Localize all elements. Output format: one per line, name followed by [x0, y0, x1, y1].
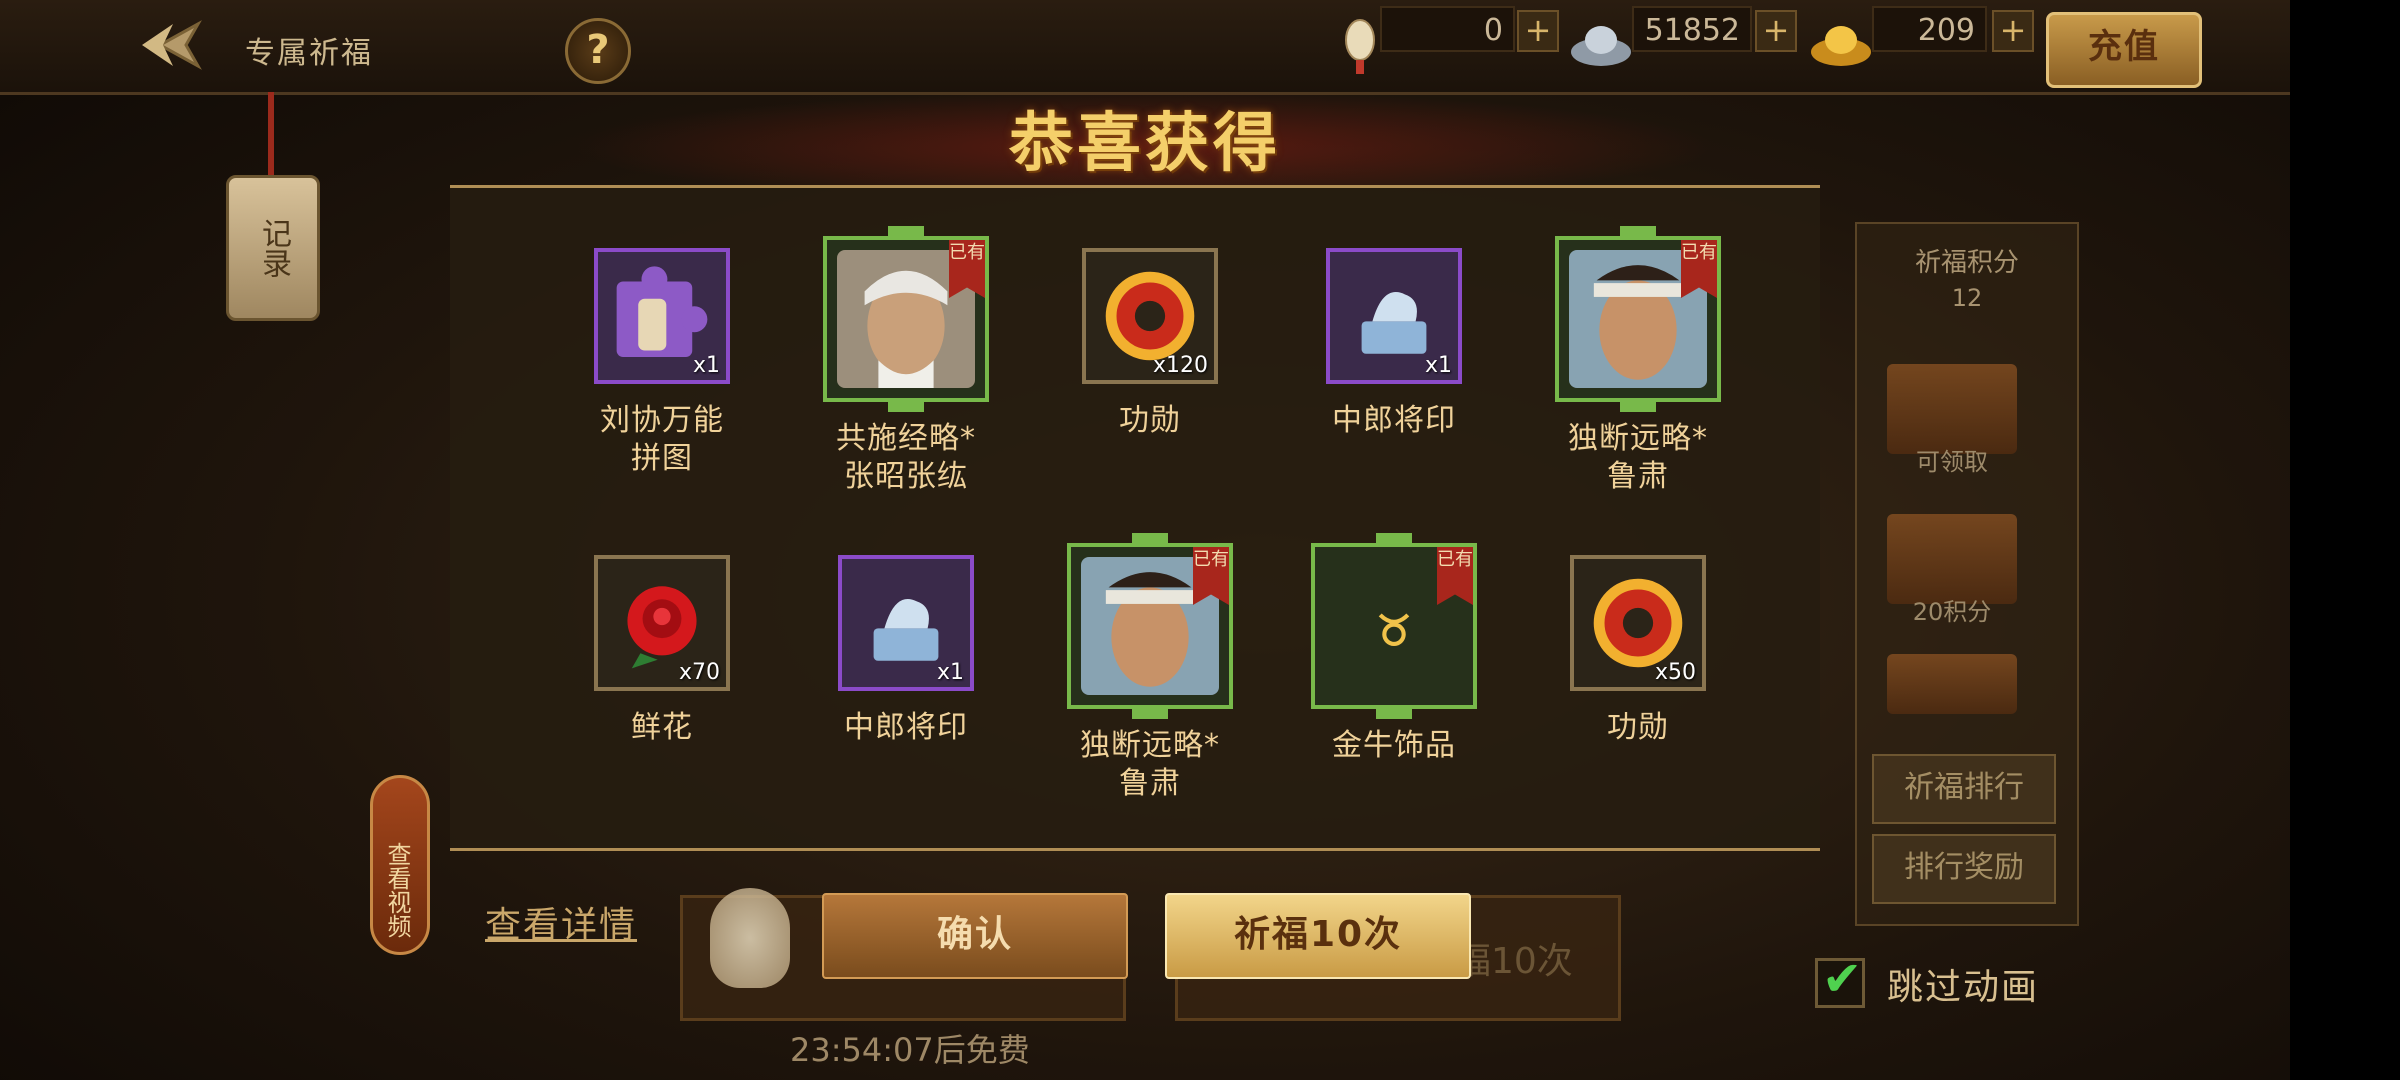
- item-name: 共施经略* 张昭张纮: [836, 421, 976, 494]
- item-name: 功勋: [1607, 710, 1669, 745]
- chest-claimable-label: 可领取: [1916, 448, 1988, 476]
- top-bar: 专属祈福 ? 0 + 51852 + 209 + 充值: [0, 0, 2290, 95]
- item-quantity: x120: [1152, 353, 1208, 378]
- item-frame: 已有: [1311, 533, 1477, 719]
- points-value: 12: [1951, 284, 1983, 312]
- currency-lantern-value: 0: [1380, 6, 1515, 52]
- item-frame: x70: [594, 555, 730, 691]
- item-frame: 已有: [1067, 533, 1233, 719]
- back-arrow-icon[interactable]: [138, 16, 208, 74]
- view-details-link[interactable]: 查看详情: [485, 896, 637, 948]
- chest-icon[interactable]: [1887, 514, 2017, 604]
- page-title: 专属祈福: [245, 36, 373, 71]
- item-quantity: x1: [692, 353, 720, 378]
- add-lantern-button[interactable]: +: [1517, 10, 1559, 52]
- add-silver-button[interactable]: +: [1755, 10, 1797, 52]
- item-frame: x1: [1326, 248, 1462, 384]
- ranking-reward-button[interactable]: 排行奖励: [1872, 834, 2056, 904]
- reward-item[interactable]: x1 中郎将印: [801, 555, 1011, 747]
- reward-item[interactable]: x120 功勋: [1045, 248, 1255, 440]
- background-pray-label: 福10次: [1455, 941, 1573, 982]
- help-button[interactable]: ?: [565, 18, 631, 84]
- reward-item[interactable]: 已有 共施经略* 张昭张纮: [801, 226, 1011, 496]
- pray-10-times-button[interactable]: 祈福10次: [1165, 893, 1471, 979]
- item-frame: x120: [1082, 248, 1218, 384]
- pray-ranking-button[interactable]: 祈福排行: [1872, 754, 2056, 824]
- item-frame: x1: [594, 248, 730, 384]
- reward-item[interactable]: 已有 金牛饰品: [1289, 533, 1499, 765]
- reward-modal: x1 刘协万能 拼图 已有 共施经略* 张昭张纮 x120 功勋 x1 中郎将印…: [450, 185, 1820, 851]
- item-name: 中郎将印: [1332, 403, 1456, 438]
- chest-icon[interactable]: [1887, 654, 2017, 714]
- item-quantity: x1: [936, 660, 964, 685]
- free-timer: 23:54:07后免费: [790, 1031, 1030, 1069]
- chest-icon[interactable]: [1887, 364, 2017, 454]
- lantern-icon: [710, 888, 790, 988]
- silver-ingot-icon: [1571, 26, 1631, 66]
- confirm-button[interactable]: 确认: [822, 893, 1128, 979]
- item-quantity: x50: [1654, 660, 1696, 685]
- reward-item[interactable]: x1 刘协万能 拼图: [557, 248, 767, 478]
- item-name: 刘协万能 拼图: [600, 403, 724, 476]
- item-quantity: x70: [678, 660, 720, 685]
- game-screen: 专属祈福 ? 0 + 51852 + 209 + 充值 记录 查看视频 祈福积分…: [0, 0, 2290, 1080]
- item-name: 金牛饰品: [1332, 728, 1456, 763]
- add-gold-button[interactable]: +: [1992, 10, 2034, 52]
- reward-item[interactable]: x50 功勋: [1533, 555, 1743, 747]
- skip-animation-checkbox[interactable]: ✔: [1815, 951, 1865, 1008]
- reward-item[interactable]: 已有 独断远略* 鲁肃: [1533, 226, 1743, 496]
- record-tab[interactable]: 记录: [226, 175, 320, 321]
- lantern-icon: [1345, 19, 1375, 74]
- item-frame: x1: [838, 555, 974, 691]
- reward-item[interactable]: x70 鲜花: [557, 555, 767, 747]
- item-quantity: x1: [1424, 353, 1452, 378]
- currency-gold-value: 209: [1872, 6, 1987, 52]
- recharge-button[interactable]: 充值: [2046, 12, 2202, 88]
- gold-ingot-icon: [1811, 26, 1871, 66]
- item-frame: 已有: [1555, 226, 1721, 412]
- item-name: 中郎将印: [844, 710, 968, 745]
- reward-item[interactable]: x1 中郎将印: [1289, 248, 1499, 440]
- item-name: 独断远略* 鲁肃: [1080, 728, 1220, 801]
- item-name: 鲜花: [631, 710, 693, 745]
- watch-video-button[interactable]: 查看视频: [370, 775, 430, 955]
- points-title: 祈福积分: [1914, 248, 2019, 278]
- skip-animation-label: 跳过动画: [1887, 967, 2040, 1008]
- item-frame: x50: [1570, 555, 1706, 691]
- item-frame: 已有: [823, 226, 989, 412]
- chest-points-label: 20积分: [1912, 598, 1992, 626]
- item-name: 独断远略* 鲁肃: [1568, 421, 1708, 494]
- checkmark-icon: ✔: [1822, 951, 1863, 1007]
- side-reward-panel: 祈福积分 12 可领取 20积分 祈福排行 排行奖励: [1855, 222, 2079, 926]
- reward-item[interactable]: 已有 独断远略* 鲁肃: [1045, 533, 1255, 803]
- modal-title: 恭喜获得: [1009, 107, 1281, 181]
- currency-silver-value: 51852: [1632, 6, 1752, 52]
- item-name: 功勋: [1119, 403, 1181, 438]
- hanging-rope: [268, 92, 274, 178]
